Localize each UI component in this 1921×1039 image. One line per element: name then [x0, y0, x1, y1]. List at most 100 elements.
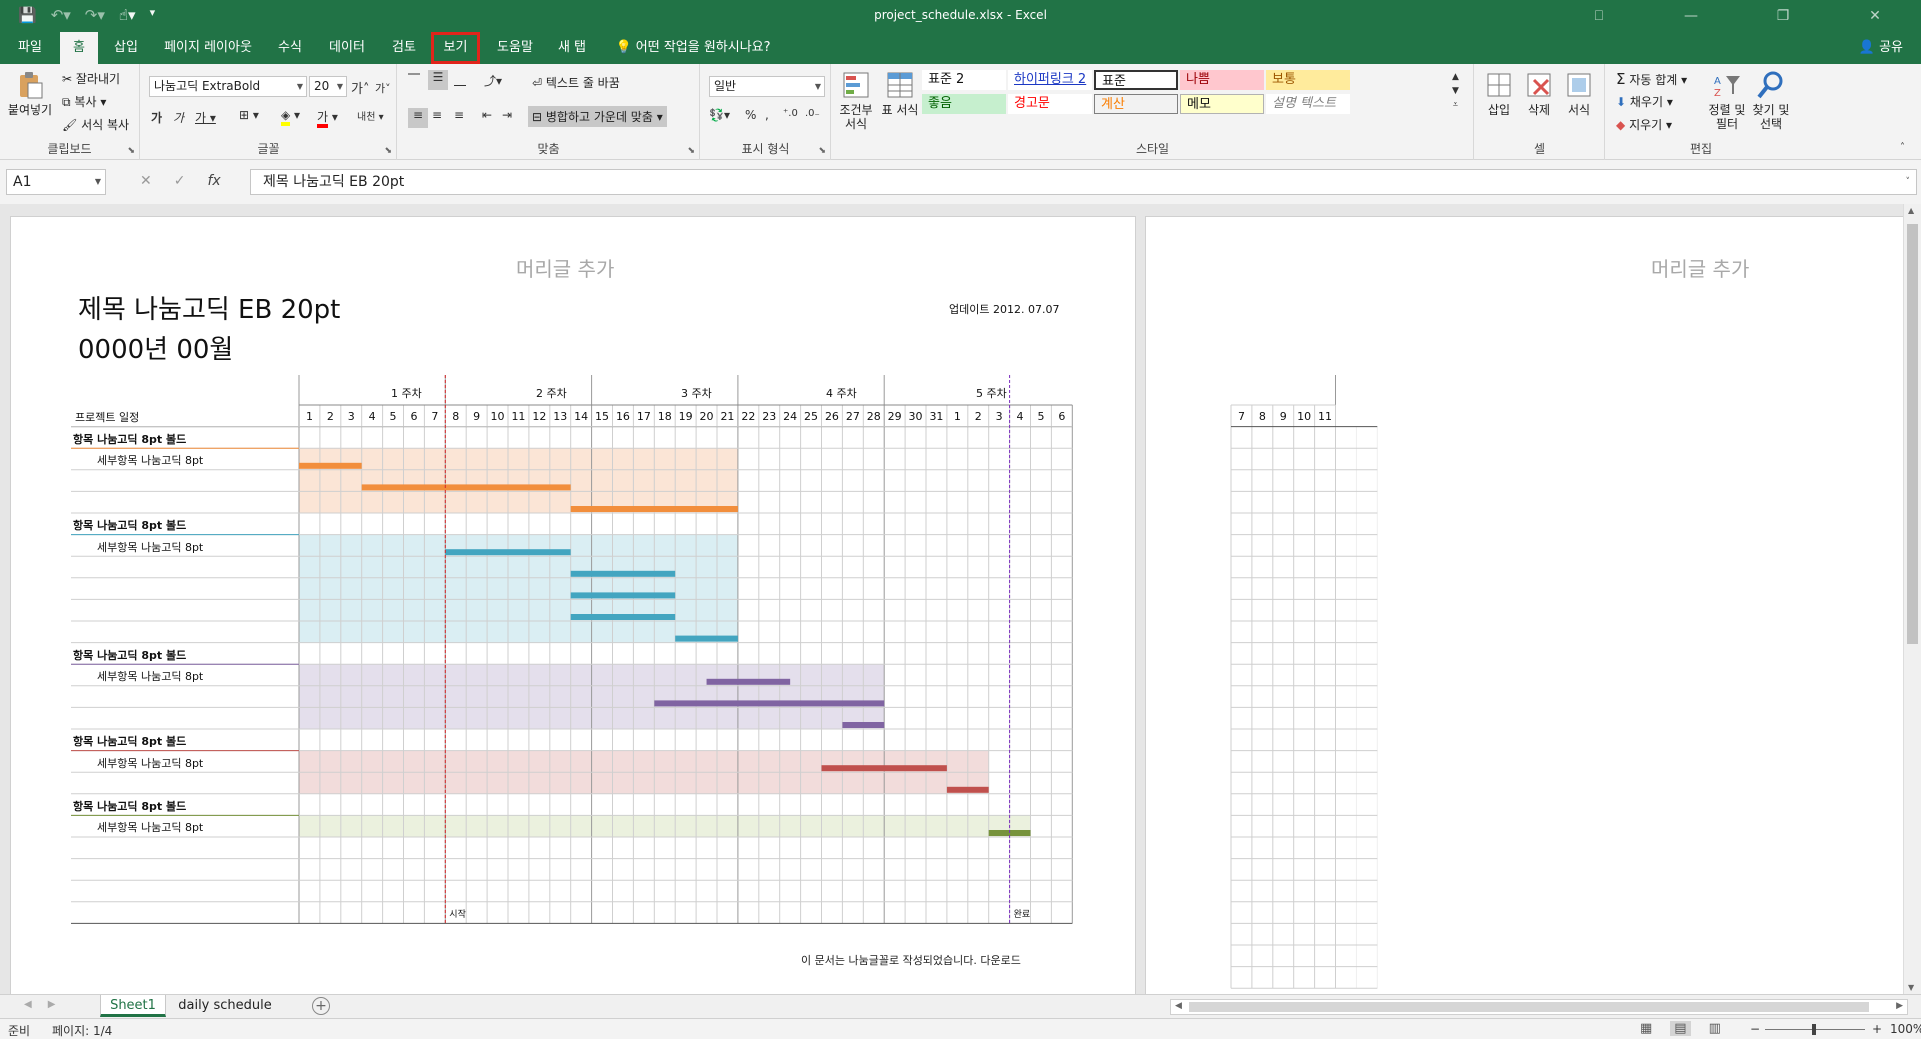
- tab-file[interactable]: 파일: [10, 32, 50, 64]
- horizontal-scrollbar[interactable]: ◀ ▶: [1170, 999, 1908, 1015]
- day-number[interactable]: 9: [466, 410, 487, 423]
- formula-input[interactable]: 제목 나눔고딕 EB 20pt ˅: [250, 169, 1917, 195]
- percent-button[interactable]: %: [745, 108, 756, 122]
- dialog-launcher-icon[interactable]: ⬊: [384, 146, 392, 156]
- cut-button[interactable]: ✂ 잘라내기: [62, 70, 120, 87]
- insert-cells-button[interactable]: 삽입: [1481, 70, 1517, 117]
- insert-function-icon[interactable]: fx: [207, 173, 220, 189]
- group-title[interactable]: 항목 나눔고딕 8pt 볼드: [73, 431, 186, 447]
- cell-style-item[interactable]: 표준: [1094, 70, 1178, 90]
- cell-style-item[interactable]: 보통: [1266, 70, 1350, 90]
- collapse-ribbon-icon[interactable]: ˄: [1900, 142, 1905, 153]
- week-label[interactable]: 2 주차: [536, 385, 567, 401]
- cell-style-item[interactable]: 좋음: [922, 94, 1006, 114]
- copy-button[interactable]: ⧉ 복사 ▾: [62, 93, 106, 110]
- vertical-scrollbar[interactable]: ▲ ▼: [1903, 204, 1921, 994]
- day-number[interactable]: 12: [529, 410, 550, 423]
- name-box[interactable]: A1 ▼: [6, 169, 106, 195]
- comma-button[interactable]: ,: [765, 108, 769, 122]
- scroll-up-icon[interactable]: ▲: [1908, 206, 1914, 215]
- currency-icon[interactable]: 💱▾: [709, 108, 730, 122]
- day-number[interactable]: 1: [299, 410, 320, 423]
- day-number[interactable]: 28: [863, 410, 884, 423]
- cell-style-item[interactable]: 설명 텍스트: [1266, 94, 1350, 114]
- day-number[interactable]: 31: [926, 410, 947, 423]
- group-title[interactable]: 항목 나눔고딕 8pt 볼드: [73, 517, 186, 533]
- cell-style-item[interactable]: 메모: [1180, 94, 1264, 114]
- day-number[interactable]: 6: [404, 410, 425, 423]
- day-number[interactable]: 18: [654, 410, 675, 423]
- merge-center-button[interactable]: ⊟ 병합하고 가운데 맞춤 ▾: [528, 106, 667, 127]
- cell-style-item[interactable]: 나쁨: [1180, 70, 1264, 90]
- week-label[interactable]: 4 주차: [826, 385, 857, 401]
- tab-review[interactable]: 검토: [384, 32, 424, 64]
- format-cells-button[interactable]: 서식: [1561, 70, 1597, 117]
- day-number[interactable]: 24: [780, 410, 801, 423]
- zoom-in-button[interactable]: +: [1872, 1022, 1882, 1036]
- group-subtitle[interactable]: 세부항목 나눔고딕 8pt: [97, 819, 203, 835]
- group-subtitle[interactable]: 세부항목 나눔고딕 8pt: [97, 668, 203, 684]
- tab-data[interactable]: 데이터: [322, 32, 372, 64]
- italic-button[interactable]: 가: [173, 109, 184, 126]
- group-title[interactable]: 항목 나눔고딕 8pt 볼드: [73, 647, 186, 663]
- day-number[interactable]: 25: [801, 410, 822, 423]
- format-as-table-button[interactable]: 표 서식: [880, 70, 920, 117]
- day-number[interactable]: 11: [508, 410, 529, 423]
- day-number[interactable]: 1: [947, 410, 968, 423]
- group-subtitle[interactable]: 세부항목 나눔고딕 8pt: [97, 539, 203, 555]
- group-title[interactable]: 항목 나눔고딕 8pt 볼드: [73, 733, 186, 749]
- align-right-icon[interactable]: ≡: [454, 108, 464, 122]
- conditional-format-button[interactable]: 조건부 서식: [834, 70, 878, 131]
- day-number[interactable]: 16: [613, 410, 634, 423]
- day-number[interactable]: 9: [1273, 410, 1294, 423]
- sheet-tab-sheet1[interactable]: Sheet1: [100, 995, 166, 1017]
- zoom-out-button[interactable]: −: [1750, 1022, 1760, 1036]
- cancel-icon[interactable]: ✕: [140, 173, 152, 189]
- dialog-launcher-icon[interactable]: ⬊: [818, 146, 826, 156]
- group-subtitle[interactable]: 세부항목 나눔고딕 8pt: [97, 755, 203, 771]
- ribbon-display-options-icon[interactable]: ⎕: [1553, 0, 1645, 32]
- zoom-level[interactable]: 100%: [1890, 1022, 1921, 1036]
- sheet-nav-arrows[interactable]: ◀▶: [24, 999, 71, 1010]
- wrap-text-button[interactable]: ⏎ 텍스트 줄 바꿈: [532, 74, 620, 91]
- group-subtitle[interactable]: 세부항목 나눔고딕 8pt: [97, 452, 203, 468]
- borders-button[interactable]: ⊞ ▾: [239, 108, 259, 122]
- align-top-icon[interactable]: ⎺: [408, 72, 420, 87]
- hscroll-thumb[interactable]: [1189, 1002, 1869, 1012]
- number-format-select[interactable]: 일반 ▼: [709, 76, 825, 97]
- add-sheet-button[interactable]: +: [312, 997, 330, 1015]
- styles-scroll-icon[interactable]: ▲ ▼ ⩡: [1452, 70, 1459, 112]
- phonetic-button[interactable]: 내천 ▾: [357, 108, 384, 123]
- day-number[interactable]: 20: [696, 410, 717, 423]
- increase-decimal-icon[interactable]: ⁺.0: [783, 108, 798, 119]
- autosum-button[interactable]: Σ 자동 합계 ▾: [1616, 70, 1687, 88]
- week-label[interactable]: 1 주차: [391, 385, 422, 401]
- align-middle-icon[interactable]: ☰: [428, 70, 448, 90]
- day-number[interactable]: 17: [633, 410, 654, 423]
- tab-home[interactable]: 홈: [60, 32, 98, 64]
- tab-new[interactable]: 새 탭: [552, 32, 592, 64]
- day-number[interactable]: 3: [341, 410, 362, 423]
- sort-filter-button[interactable]: AZ 정렬 및 필터: [1706, 70, 1748, 131]
- day-number[interactable]: 26: [822, 410, 843, 423]
- tab-formulas[interactable]: 수식: [270, 32, 310, 64]
- increase-indent-icon[interactable]: ⇥: [502, 108, 512, 122]
- end-mark[interactable]: 완료: [1014, 907, 1031, 920]
- format-painter-button[interactable]: 🖌 서식 복사: [62, 116, 129, 133]
- day-number[interactable]: 2: [320, 410, 341, 423]
- day-number[interactable]: 27: [842, 410, 863, 423]
- align-center-icon[interactable]: ≡: [432, 108, 442, 122]
- align-bottom-icon[interactable]: ⎽: [454, 72, 466, 87]
- fill-color-button[interactable]: ◈ ▾: [281, 108, 300, 126]
- week-label[interactable]: 5 주차: [976, 385, 1007, 401]
- find-select-button[interactable]: 찾기 및 선택: [1750, 70, 1792, 131]
- delete-cells-button[interactable]: 삭제: [1521, 70, 1557, 117]
- shrink-font-button[interactable]: 가˅: [375, 80, 391, 96]
- day-number[interactable]: 4: [362, 410, 383, 423]
- day-number[interactable]: 7: [1231, 410, 1252, 423]
- day-number[interactable]: 22: [738, 410, 759, 423]
- cell-style-item[interactable]: 표준 2: [922, 70, 1006, 90]
- paste-button[interactable]: 붙여넣기: [6, 70, 54, 117]
- zoom-slider-knob[interactable]: [1812, 1024, 1816, 1035]
- cell-style-item[interactable]: 계산: [1094, 94, 1178, 114]
